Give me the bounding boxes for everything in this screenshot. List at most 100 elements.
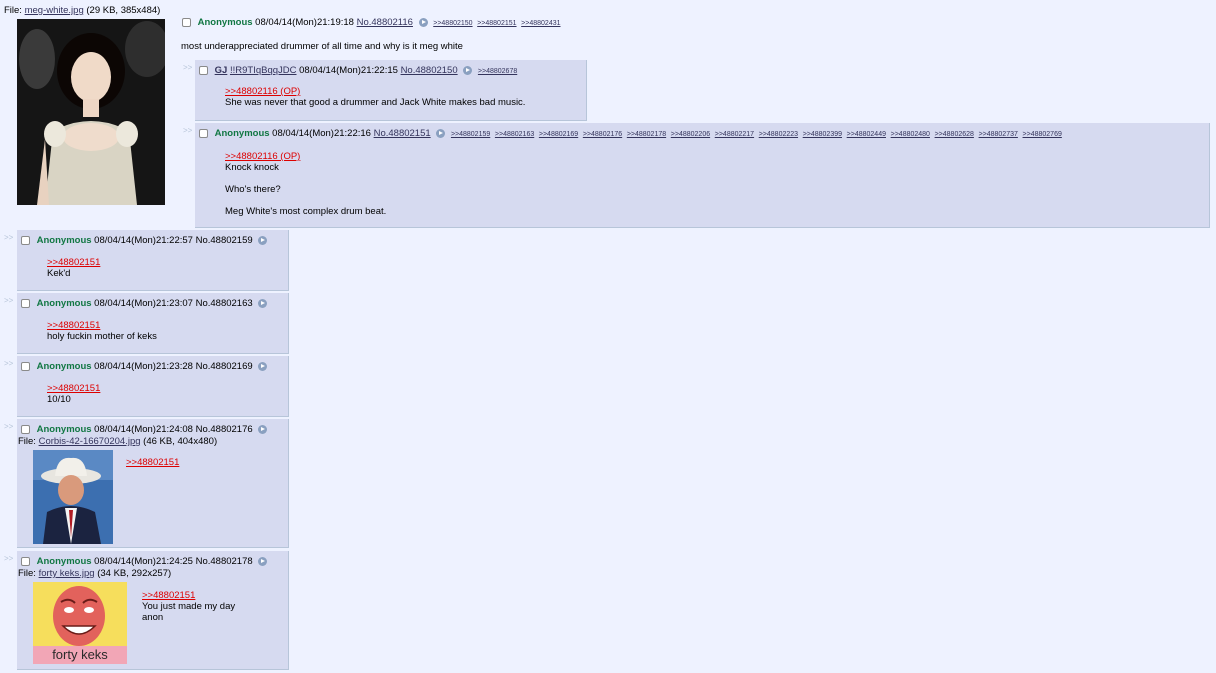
reply-file-info: File: Corbis-42-16670204.jpg (46 KB, 404…	[18, 436, 218, 447]
reply-header: GJ !!R9TIqBqqJDC 08/04/14(Mon)21:22:15 N…	[199, 65, 519, 76]
reply-name: Anonymous	[36, 298, 92, 309]
reply-quote-link[interactable]: >>48802116 (OP)	[225, 151, 386, 162]
reply-body: >>48802151 10/10	[47, 383, 100, 405]
reply-file-link[interactable]: forty keks.jpg	[39, 568, 95, 579]
reply-backlink[interactable]: >>48802480	[891, 131, 930, 138]
reply-backlink[interactable]: >>48802223	[759, 131, 798, 138]
reply-body: >>48802151	[126, 457, 179, 468]
reply-quote-link[interactable]: >>48802151	[47, 257, 100, 268]
reply-side-arrows: >>	[4, 233, 14, 242]
reply-name: Anonymous	[36, 424, 92, 435]
op-menu-arrow-icon[interactable]	[418, 17, 428, 27]
reply-body: >>48802151 Kek'd	[47, 257, 100, 279]
reply-text: anon	[142, 612, 164, 623]
reply-backlink[interactable]: >>48802737	[979, 131, 1018, 138]
reply-post: Anonymous 08/04/14(Mon)21:24:08 No.48802…	[17, 419, 289, 548]
reply-checkbox[interactable]	[199, 128, 208, 138]
reply-menu-arrow-icon[interactable]	[258, 424, 268, 434]
reply-thumbnail[interactable]	[33, 450, 113, 544]
reply-backlink[interactable]: >>48802628	[935, 131, 974, 138]
reply-post-number[interactable]: No.48802150	[401, 65, 458, 76]
reply-body: >>48802151 holy fuckin mother of keks	[47, 320, 157, 342]
reply-backlink[interactable]: >>48802449	[847, 131, 886, 138]
reply-header: Anonymous 08/04/14(Mon)21:24:25 No.48802…	[21, 556, 270, 567]
reply-backlink[interactable]: >>48802176	[583, 131, 622, 138]
reply-quote-link[interactable]: >>48802151	[142, 590, 235, 601]
reply-backlink[interactable]: >>48802169	[539, 131, 578, 138]
reply-menu-arrow-icon[interactable]	[258, 361, 268, 371]
reply-file-link[interactable]: Corbis-42-16670204.jpg	[39, 436, 141, 447]
reply-backlink[interactable]: >>48802159	[451, 131, 490, 138]
reply-checkbox[interactable]	[21, 235, 30, 245]
op-backlink[interactable]: >>48802150	[433, 20, 472, 27]
reply-checkbox[interactable]	[199, 65, 208, 75]
reply-backlink[interactable]: >>48802678	[478, 68, 517, 75]
reply-body: >>48802116 (OP) Knock knock Who's there?…	[225, 151, 386, 217]
reply-quote-link[interactable]: >>48802151	[47, 320, 157, 331]
reply-post-number[interactable]: No.48802159	[196, 235, 253, 246]
reply-header: Anonymous 08/04/14(Mon)21:23:07 No.48802…	[21, 298, 270, 309]
reply-side-arrows: >>	[4, 359, 14, 368]
reply-name: Anonymous	[36, 556, 92, 567]
reply-body: >>48802116 (OP) She was never that good …	[225, 86, 525, 108]
reply-post-number[interactable]: No.48802176	[196, 424, 253, 435]
reply-text: Meg White's most complex drum beat.	[225, 206, 387, 217]
op-comment: most underappreciated drummer of all tim…	[181, 41, 463, 52]
reply-checkbox[interactable]	[21, 298, 30, 308]
reply-menu-arrow-icon[interactable]	[258, 298, 268, 308]
reply-post-number[interactable]: No.48802151	[374, 128, 431, 139]
reply-text: You just made my day	[142, 601, 236, 612]
reply-backlink[interactable]: >>48802217	[715, 131, 754, 138]
reply-file-info: File: forty keks.jpg (34 KB, 292x257)	[18, 568, 172, 579]
reply-thumbnail[interactable]: forty keks	[33, 582, 127, 664]
reply-backlink[interactable]: >>48802206	[671, 131, 710, 138]
reply-menu-arrow-icon[interactable]	[436, 128, 446, 138]
op-file-info: File: meg-white.jpg (29 KB, 385x484)	[4, 5, 161, 16]
op-file-link[interactable]: meg-white.jpg	[25, 5, 84, 16]
reply-datetime: 08/04/14(Mon)21:22:15	[299, 65, 398, 76]
reply-post-number[interactable]: No.48802169	[196, 361, 253, 372]
op-checkbox[interactable]	[182, 17, 191, 27]
reply-post-number[interactable]: No.48802163	[196, 298, 253, 309]
reply-name: Anonymous	[36, 235, 92, 246]
op-name: Anonymous	[197, 17, 253, 28]
reply-datetime: 08/04/14(Mon)21:22:16	[272, 128, 371, 139]
reply-backlink[interactable]: >>48802769	[1023, 131, 1062, 138]
op-header: Anonymous 08/04/14(Mon)21:19:18 No.48802…	[182, 17, 563, 28]
reply-header: Anonymous 08/04/14(Mon)21:24:08 No.48802…	[21, 424, 270, 435]
op-datetime: 08/04/14(Mon)21:19:18	[255, 17, 354, 28]
reply-post: Anonymous 08/04/14(Mon)21:23:28 No.48802…	[17, 356, 289, 417]
reply-text: 10/10	[47, 394, 71, 405]
reply-header: Anonymous 08/04/14(Mon)21:22:57 No.48802…	[21, 235, 270, 246]
reply-tripcode[interactable]: !!R9TIqBqqJDC	[230, 65, 297, 76]
reply-text: Knock knock	[225, 162, 279, 173]
op-thumbnail[interactable]	[17, 19, 165, 205]
reply-datetime: 08/04/14(Mon)21:23:07	[94, 298, 193, 309]
op-backlink[interactable]: >>48802431	[521, 20, 560, 27]
reply-post-number[interactable]: No.48802178	[196, 556, 253, 567]
op-post-number[interactable]: No.48802116	[357, 17, 413, 28]
reply-side-arrows: >>	[183, 126, 193, 135]
reply-side-arrows: >>	[4, 422, 14, 431]
reply-post: Anonymous 08/04/14(Mon)21:24:25 No.48802…	[17, 551, 289, 670]
reply-backlink[interactable]: >>48802178	[627, 131, 666, 138]
reply-menu-arrow-icon[interactable]	[258, 235, 268, 245]
reply-checkbox[interactable]	[21, 556, 30, 566]
reply-name[interactable]: GJ	[215, 65, 228, 76]
reply-quote-link[interactable]: >>48802151	[126, 457, 179, 468]
reply-checkbox[interactable]	[21, 424, 30, 434]
image-caption: forty keks	[33, 646, 127, 664]
reply-backlink[interactable]: >>48802399	[803, 131, 842, 138]
reply-menu-arrow-icon[interactable]	[463, 65, 473, 75]
reply-body: >>48802151 You just made my day anon	[142, 590, 235, 623]
reply-quote-link[interactable]: >>48802116 (OP)	[225, 86, 525, 97]
reply-backlink[interactable]: >>48802163	[495, 131, 534, 138]
reply-text: She was never that good a drummer and Ja…	[225, 97, 526, 108]
reply-text: holy fuckin mother of keks	[47, 331, 157, 342]
reply-checkbox[interactable]	[21, 361, 30, 371]
op-backlink[interactable]: >>48802151	[477, 20, 516, 27]
reply-name: Anonymous	[36, 361, 92, 372]
reply-quote-link[interactable]: >>48802151	[47, 383, 100, 394]
reply-menu-arrow-icon[interactable]	[258, 556, 268, 566]
reply-datetime: 08/04/14(Mon)21:24:08	[94, 424, 193, 435]
